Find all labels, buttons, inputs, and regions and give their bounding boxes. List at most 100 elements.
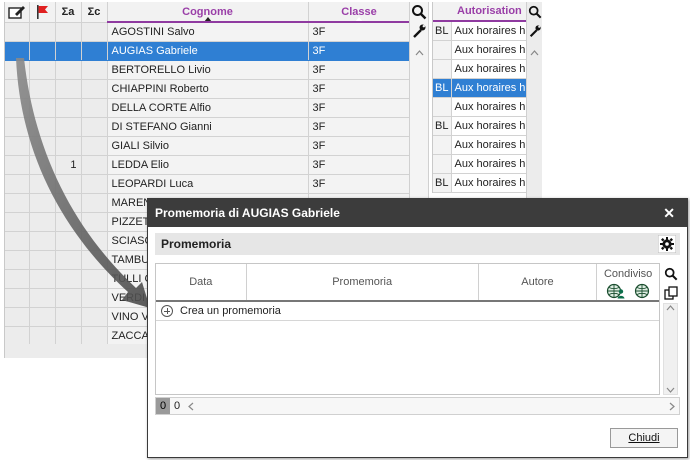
table-row[interactable]: GIALI Silvio 3F (5, 136, 411, 156)
search-button[interactable] (410, 3, 428, 21)
authorisation-text-cell: Aux horaires h (451, 40, 528, 60)
sum-a-cell (55, 326, 82, 346)
col-condiviso[interactable]: Condiviso (597, 264, 659, 300)
create-memo-row[interactable]: Crea un promemoria (156, 302, 659, 321)
surname-cell: CHIAPPINI Roberto (107, 79, 309, 99)
sum-a-cell (55, 22, 82, 42)
sum-c-cell (81, 22, 108, 42)
col-autore[interactable]: Autore (479, 264, 598, 300)
flag-cell (29, 22, 56, 42)
col-promemoria[interactable]: Promemoria (247, 264, 479, 300)
edit-cell (5, 250, 30, 270)
edit-cell (5, 136, 30, 156)
table-row[interactable]: CHIAPPINI Roberto 3F (5, 79, 411, 99)
table-row[interactable]: BL Aux horaires h (433, 116, 528, 136)
authorisation-text-cell: Aux horaires h (451, 116, 528, 136)
authorisation-code-cell (433, 40, 452, 60)
edit-column-header[interactable] (5, 2, 30, 23)
table-row[interactable]: BERTORELLO Livio 3F (5, 60, 411, 80)
class-cell: 3F (308, 60, 411, 80)
globe-icon (635, 283, 650, 298)
sum-c-cell (81, 174, 108, 194)
authorisation-code-cell (433, 135, 452, 155)
col-condiviso-label: Condiviso (603, 267, 653, 280)
table-row[interactable]: Aux horaires h (433, 97, 528, 117)
class-cell: 3F (308, 98, 411, 118)
table-row[interactable]: BL Aux horaires h (433, 173, 528, 193)
col-data[interactable]: Data (156, 264, 247, 300)
authorisation-code-cell: BL (433, 173, 452, 193)
sum-c-cell (81, 288, 108, 308)
table-row[interactable]: AGOSTINI Salvo 3F (5, 22, 411, 42)
edit-cell (5, 117, 30, 137)
sum-a-cell (55, 212, 82, 232)
search-button-2[interactable] (527, 3, 542, 21)
authorisation-header[interactable]: Autorisation (433, 2, 528, 22)
gear-icon[interactable] (658, 235, 676, 253)
surname-header-label: Cognome (182, 5, 233, 18)
sum-a-cell (55, 307, 82, 327)
table-row[interactable]: Aux horaires h (433, 59, 528, 79)
memo-horizontal-scrollbar[interactable] (184, 402, 679, 411)
class-cell: 3F (308, 41, 411, 61)
memo-copy-button[interactable] (661, 284, 680, 302)
close-dialog-button[interactable]: Chiudi (610, 428, 678, 448)
authorisation-text-cell: Aux horaires h (451, 78, 528, 98)
table-row[interactable]: BL Aux horaires h (433, 21, 528, 41)
table-row[interactable]: AUGIAS Gabriele 3F (5, 41, 411, 61)
close-icon[interactable]: ✕ (663, 205, 675, 222)
flag-column-header[interactable] (29, 2, 56, 23)
flag-cell (29, 231, 56, 251)
memo-table: Data Promemoria Autore Condiviso Crea un… (155, 263, 660, 395)
settings-tool-button-2[interactable] (527, 22, 542, 40)
scroll-up-button[interactable] (410, 46, 428, 60)
edit-cell (5, 212, 30, 232)
table-row[interactable]: Aux horaires h (433, 135, 528, 155)
table-row[interactable]: 1 LEDDA Elio 3F (5, 155, 411, 175)
settings-tool-button[interactable] (410, 22, 428, 40)
memo-footer: 0 0 (155, 397, 680, 415)
authorisation-code-cell (433, 154, 452, 174)
wrench-icon (529, 25, 541, 37)
class-header[interactable]: Classe (308, 2, 411, 23)
surname-cell: GIALI Silvio (107, 136, 309, 156)
table-row[interactable]: DELLA CORTE Alfio 3F (5, 98, 411, 118)
surname-cell: DELLA CORTE Alfio (107, 98, 309, 118)
search-icon (412, 5, 427, 20)
sum-a-cell (55, 79, 82, 99)
memo-search-button[interactable] (661, 265, 680, 283)
sum-a-cell (55, 193, 82, 213)
authorisation-code-cell (433, 97, 452, 117)
class-cell: 3F (308, 79, 411, 99)
sum-c-cell (81, 60, 108, 80)
flag-cell (29, 174, 56, 194)
chevron-right-icon (669, 402, 675, 410)
scroll-up-button-2[interactable] (527, 46, 542, 60)
sort-secondary-icon (355, 17, 363, 20)
edit-icon (8, 5, 25, 19)
table-row[interactable]: LEOPARDI Luca 3F (5, 174, 411, 194)
surname-cell: BERTORELLO Livio (107, 60, 309, 80)
sum-a-cell (55, 288, 82, 308)
chevron-up-icon (530, 50, 539, 56)
memo-dialog: Promemoria di AUGIAS Gabriele ✕ Promemor… (147, 198, 688, 458)
flag-cell (29, 326, 56, 346)
sum-c-cell (81, 41, 108, 61)
memo-table-header: Data Promemoria Autore Condiviso (156, 264, 659, 302)
search-icon (664, 267, 677, 281)
table-row[interactable]: BL Aux horaires h (433, 78, 528, 98)
sum-c-header[interactable]: Σc (81, 2, 108, 23)
memo-vertical-scrollbar[interactable] (663, 303, 678, 395)
table-row[interactable]: Aux horaires h (433, 40, 528, 60)
sum-a-header[interactable]: Σa (55, 2, 82, 23)
memo-section-bar: Promemoria (155, 233, 680, 255)
edit-cell (5, 307, 30, 327)
table-row[interactable]: Aux horaires h (433, 154, 528, 174)
section-title: Promemoria (161, 237, 232, 251)
table-row[interactable]: DI STEFANO Gianni 3F (5, 117, 411, 137)
flag-cell (29, 60, 56, 80)
surname-header[interactable]: Cognome (107, 2, 309, 23)
authorisation-text-cell: Aux horaires h (451, 154, 528, 174)
class-cell: 3F (308, 155, 411, 175)
edit-cell (5, 174, 30, 194)
